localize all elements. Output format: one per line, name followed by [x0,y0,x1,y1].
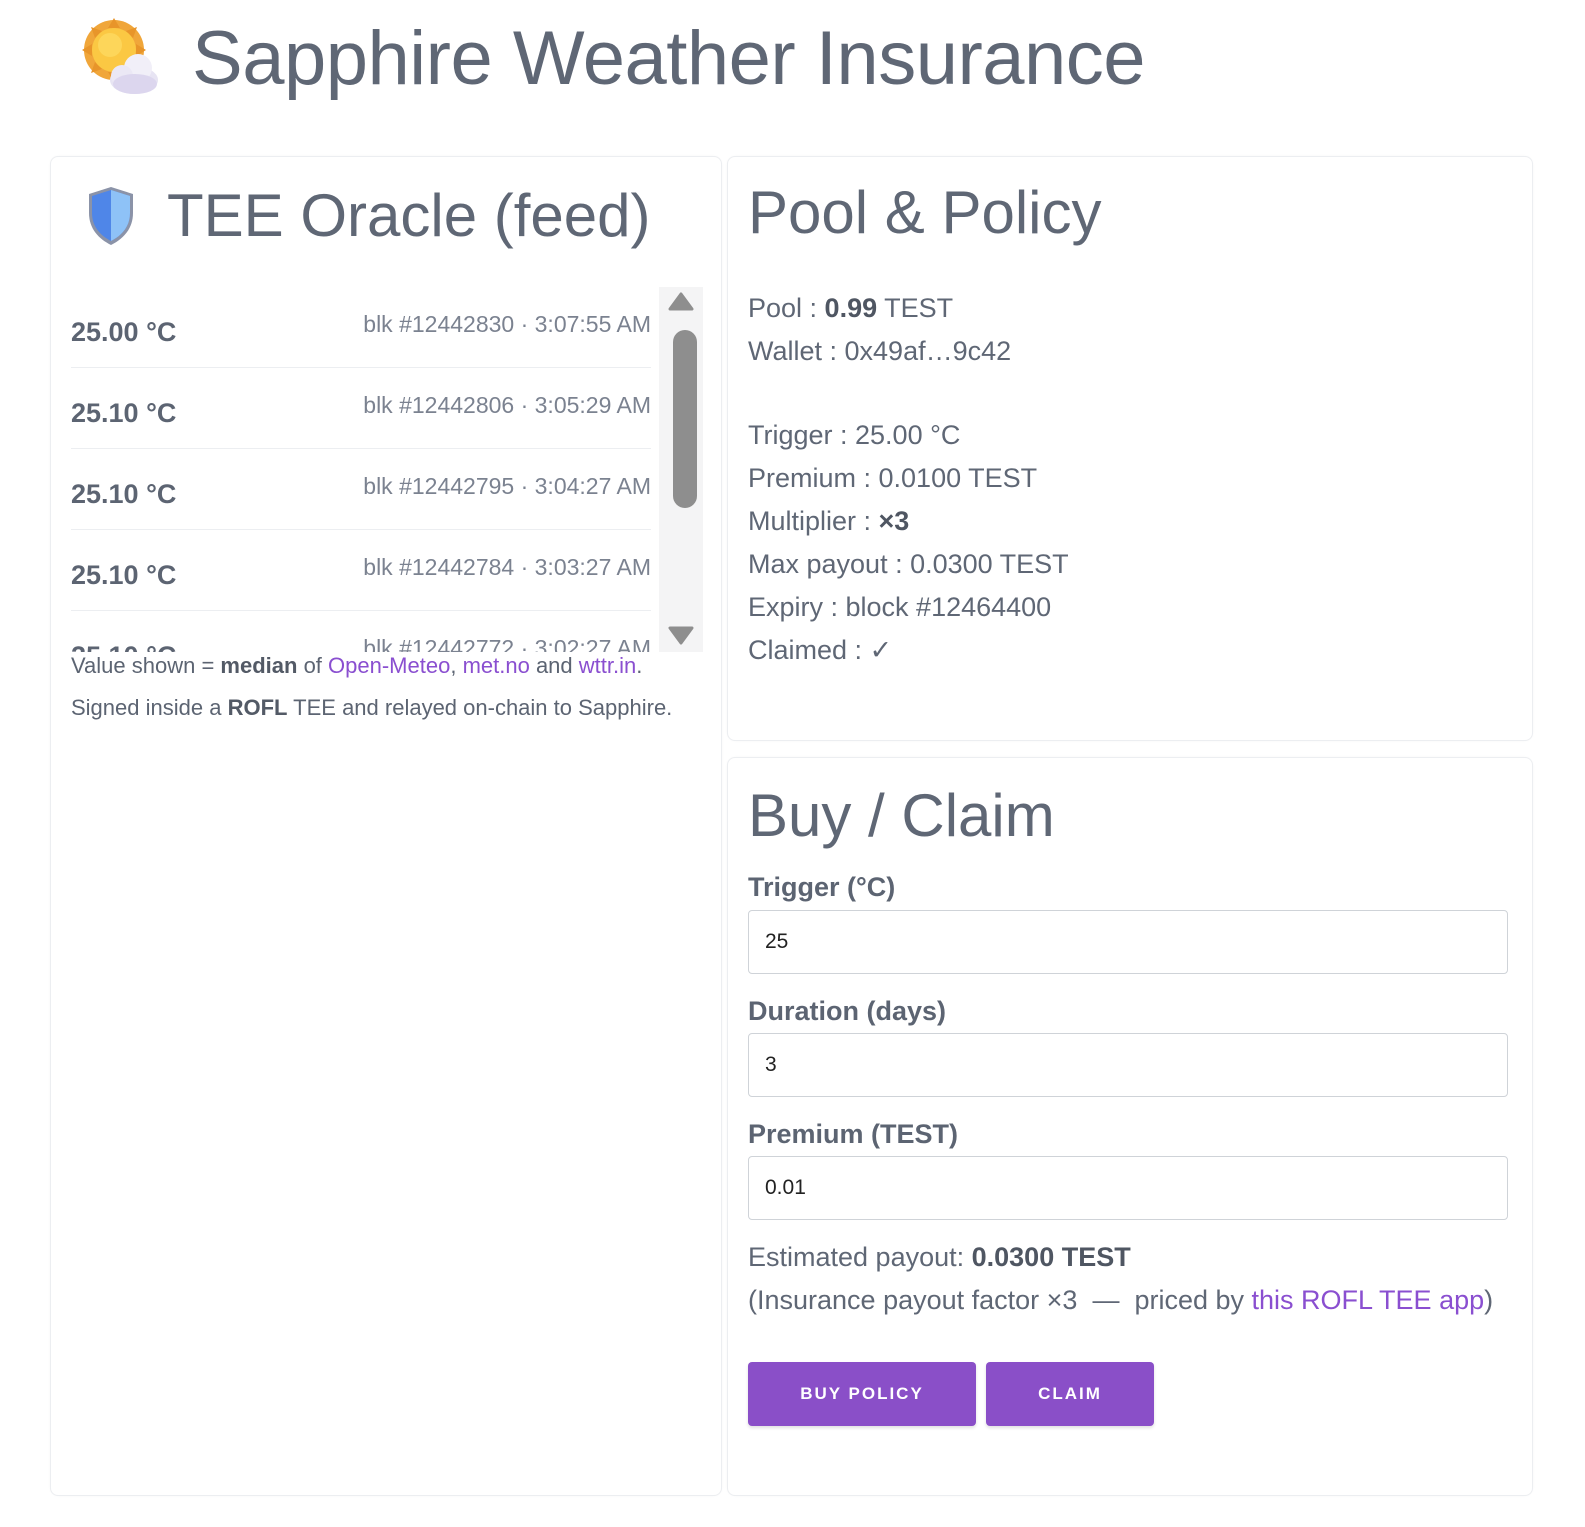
met-no-link[interactable]: met.no [463,653,530,678]
policy-claimed: Claimed : ✓ [748,635,893,665]
note-text: , [450,653,463,678]
note-text: Value shown = [71,653,221,678]
scroll-down-arrow-icon[interactable] [658,620,704,650]
buy-title: Buy / Claim [748,782,1055,849]
pool-policy-card: Pool & Policy Pool : 0.99 TEST Wallet : … [727,156,1533,741]
sun-behind-cloud-icon [82,18,158,94]
multiplier-label: Multiplier : [748,506,879,536]
oracle-signing-note: Signed inside a ROFL TEE and relayed on-… [71,695,672,721]
policy-trigger: Trigger : 25.00 °C [748,420,961,450]
list-item: 25.10 °C blk #12442772 · 3:02:27 AM [71,611,651,652]
buy-claim-card: Buy / Claim Trigger (°C) Duration (days)… [727,757,1533,1496]
note-text: . [636,653,643,678]
scroll-up-arrow-icon[interactable] [658,290,704,320]
note-bold: median [220,653,298,678]
estimated-label: Estimated payout: [748,1242,972,1272]
policy-multiplier: Multiplier : ×3 [748,500,1069,543]
scrollbar-thumb[interactable] [673,330,697,508]
feed-list: 25.00 °C blk #12442830 · 3:07:55 AM 25.1… [71,287,651,652]
feed-block-time: blk #12442830 · 3:07:55 AM [363,310,651,337]
wttr-in-link[interactable]: wttr.in [579,653,636,678]
payout-factor-note: (Insurance payout factor ×3 — priced by … [748,1285,1493,1316]
oracle-title: TEE Oracle (feed) [167,182,651,249]
note-bold: ROFL [227,695,288,720]
oracle-header: TEE Oracle (feed) [85,183,651,249]
trigger-label: Trigger (°C) [748,872,896,902]
oracle-source-note: Value shown = median of Open-Meteo, met.… [71,653,642,679]
feed-temperature: 25.10 °C [71,478,177,509]
policy-premium: Premium : 0.0100 TEST [748,463,1038,493]
note-text: Signed inside a [71,695,228,720]
rofl-app-link[interactable]: this ROFL TEE app [1252,1285,1485,1315]
wallet-address: Wallet : 0x49af…9c42 [748,336,1012,366]
estimated-payout: Estimated payout: 0.0300 TEST [748,1242,1131,1273]
note-text: TEE and relayed on-chain to Sapphire. [287,695,673,720]
premium-label: Premium (TEST) [748,1119,959,1149]
feed-temperature: 25.10 °C [71,397,177,428]
pool-unit: TEST [877,293,954,323]
list-item: 25.10 °C blk #12442784 · 3:03:27 AM [71,530,651,611]
list-item: 25.10 °C blk #12442795 · 3:04:27 AM [71,449,651,530]
feed-block-time: blk #12442772 · 3:02:27 AM [363,635,651,652]
feed-temperature: 25.10 °C [71,559,177,590]
note-text: of [297,653,329,678]
trigger-input[interactable] [748,910,1508,974]
factor-close: ) [1484,1285,1494,1315]
feed-block-time: blk #12442784 · 3:03:27 AM [363,553,651,580]
feed-temperature: 25.10 °C [71,641,176,652]
pool-title: Pool & Policy [748,179,1102,246]
pool-balance: Pool : 0.99 TEST [748,287,1069,330]
pool-value: 0.99 [824,293,878,323]
oracle-card: TEE Oracle (feed) 25.00 °C blk #12442830… [50,156,722,1496]
premium-input[interactable] [748,1156,1508,1220]
policy-max-payout: Max payout : 0.0300 TEST [748,549,1069,579]
feed-block-time: blk #12442806 · 3:05:29 AM [363,391,651,418]
buy-policy-button[interactable]: BUY POLICY [748,1362,976,1426]
duration-label: Duration (days) [748,996,947,1026]
pool-details: Pool : 0.99 TEST Wallet : 0x49af…9c42 Tr… [748,287,1069,672]
list-item: 25.00 °C blk #12442830 · 3:07:55 AM [71,287,651,368]
multiplier-value: ×3 [878,506,910,536]
note-text: and [529,653,579,678]
app-header: Sapphire Weather Insurance [80,14,1146,104]
oracle-feed[interactable]: 25.00 °C blk #12442830 · 3:07:55 AM 25.1… [71,287,711,652]
feed-block-time: blk #12442795 · 3:04:27 AM [363,472,651,499]
claim-button[interactable]: CLAIM [986,1362,1154,1426]
duration-input[interactable] [748,1033,1508,1097]
open-meteo-link[interactable]: Open-Meteo [328,653,450,678]
pool-label: Pool : [748,293,825,323]
list-item: 25.10 °C blk #12442806 · 3:05:29 AM [71,368,651,449]
estimated-value: 0.0300 TEST [971,1242,1131,1272]
factor-text: (Insurance payout factor ×3 — priced by [748,1285,1252,1315]
feed-temperature: 25.00 °C [71,316,177,347]
policy-expiry: Expiry : block #12464400 [748,592,1052,622]
app-title: Sapphire Weather Insurance [192,16,1146,101]
shield-icon [89,187,133,245]
